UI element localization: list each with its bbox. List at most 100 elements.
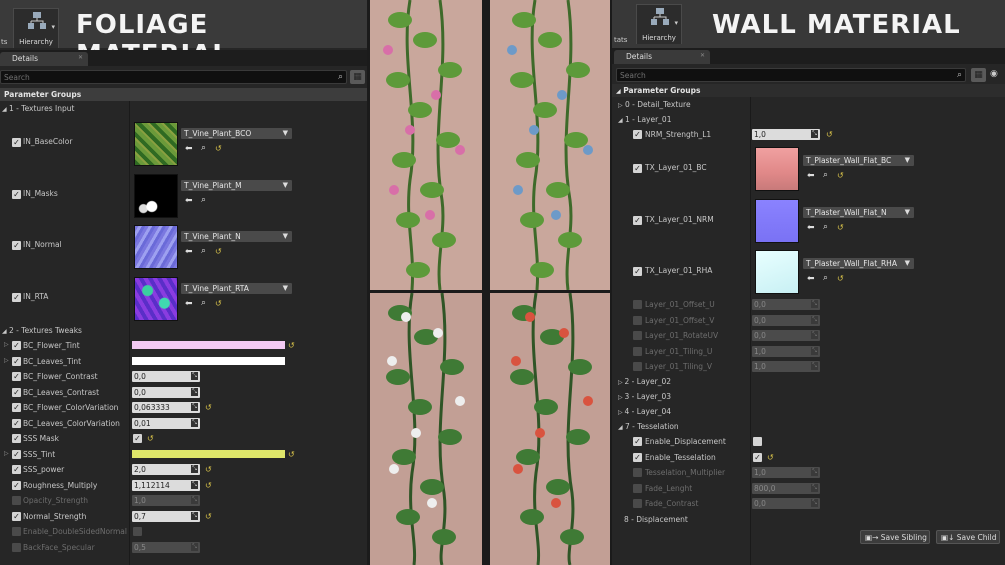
close-icon[interactable]: ✕ [700,52,705,59]
reset-to-default-icon[interactable]: ↺ [767,453,774,462]
view-options-button[interactable]: ▦ [350,70,365,84]
number-field[interactable]: 0,01 ⤡ [132,417,200,429]
arrow-left-icon[interactable]: ⬅ [807,171,815,181]
checkbox[interactable]: ✓ [12,387,21,397]
search-icon[interactable]: ⌕ [201,246,206,256]
checkbox[interactable]: ✓ [12,189,21,199]
save-child-button[interactable]: ▣↓ Save Child [936,530,1000,544]
reset-to-default-icon[interactable]: ↺ [205,512,212,521]
checkbox[interactable]: ✓ [12,241,21,250]
texture-asset-dropdown[interactable]: T_Plaster_Wall_Flat_BC ▼ [803,155,914,166]
search-icon[interactable]: ⌕ [201,143,206,153]
checkbox[interactable] [633,346,642,356]
drag-handle-icon[interactable]: ⤡ [191,480,198,489]
expand-arrow-icon[interactable]: ▷ [4,341,9,348]
eye-icon[interactable]: ◉ [990,69,998,79]
save-sibling-button[interactable]: ▣→ Save Sibling [860,530,930,544]
drag-handle-icon[interactable]: ⤡ [811,130,818,138]
texture-thumbnail[interactable] [755,147,799,191]
number-field[interactable]: 0,063333 ⤡ [132,402,200,413]
texture-thumbnail[interactable] [755,198,799,243]
chevron-down-icon[interactable]: ▾ [51,23,55,31]
texture-asset-dropdown[interactable]: T_Vine_Plant_N ▼ [181,231,292,242]
group-textures-tweaks[interactable]: ◢ 2 - Textures Tweaks [2,326,82,335]
checkbox[interactable] [633,331,642,340]
number-field[interactable]: 0,0 ⤡ [132,386,200,398]
texture-thumbnail[interactable] [134,173,178,218]
checkbox[interactable]: ✓ [12,292,21,302]
expand-arrow-icon[interactable]: ▷ [4,450,9,457]
collapsed-group[interactable]: ▷ 4 - Layer_04 [618,407,671,416]
texture-thumbnail[interactable] [134,225,178,269]
checkbox[interactable] [12,542,21,552]
drag-handle-icon[interactable]: ⤡ [811,315,818,324]
reset-to-default-icon[interactable]: ↺ [826,130,833,139]
group-detail-texture[interactable]: ▷ 0 - Detail_Texture [618,100,691,109]
reset-to-default-icon[interactable]: ↺ [205,403,212,412]
view-options-button[interactable]: ▦ [971,68,986,82]
search-icon[interactable]: ⌕ [201,195,206,205]
reset-to-default-icon[interactable]: ↺ [837,171,844,180]
number-field[interactable]: 1,0 ⤡ [132,495,200,506]
drag-handle-icon[interactable]: ⤡ [811,468,818,476]
texture-asset-dropdown[interactable]: T_Plaster_Wall_Flat_RHA ▼ [803,258,914,269]
number-field[interactable]: 1,0 ⤡ [752,129,820,140]
close-icon[interactable]: ✕ [78,54,83,61]
number-field[interactable]: 0,5 ⤡ [132,541,200,553]
arrow-left-icon[interactable]: ⬅ [185,247,193,257]
value-checkbox[interactable]: ✓ [753,452,762,462]
drag-handle-icon[interactable]: ⤡ [811,499,818,507]
search-icon[interactable]: ⌕ [201,298,206,308]
texture-asset-dropdown[interactable]: T_Vine_Plant_M ▼ [181,179,292,191]
checkbox[interactable] [12,496,21,505]
drag-handle-icon[interactable]: ⤡ [191,403,198,411]
hierarchy-button[interactable]: ▾ Hierarchy [636,4,682,44]
checkbox[interactable]: ✓ [12,449,21,459]
texture-asset-dropdown[interactable]: T_Vine_Plant_BCO ▼ [181,128,292,139]
drag-handle-icon[interactable]: ⤡ [191,418,198,427]
arrow-left-icon[interactable]: ⬅ [185,144,193,154]
checkbox[interactable]: ✓ [12,465,21,474]
number-field[interactable]: 0,0 ⤡ [752,498,820,509]
arrow-left-icon[interactable]: ⬅ [185,196,193,206]
reset-to-default-icon[interactable]: ↺ [288,341,295,350]
parameter-groups-header[interactable]: ◢ Parameter Groups [612,84,1005,97]
number-field[interactable]: 1,0 ⤡ [752,361,820,372]
texture-asset-dropdown[interactable]: T_Plaster_Wall_Flat_N ▼ [803,206,914,218]
number-field[interactable]: 1,112114 ⤡ [132,479,200,491]
reset-to-default-icon[interactable]: ↺ [215,247,222,256]
checkbox[interactable] [633,468,642,477]
group-layer-01[interactable]: ◢ 1 - Layer_01 [618,115,671,124]
reset-to-default-icon[interactable]: ↺ [215,299,222,308]
number-field[interactable]: 800,0 ⤡ [752,482,820,494]
reset-to-default-icon[interactable]: ↺ [147,434,154,443]
checkbox[interactable] [633,300,642,309]
reset-to-default-icon[interactable]: ↺ [205,465,212,474]
checkbox[interactable]: ✓ [633,164,642,173]
tab-details[interactable]: Details ✕ [614,50,710,64]
drag-handle-icon[interactable]: ⤡ [811,331,818,339]
value-checkbox[interactable]: ✓ [133,434,142,443]
drag-handle-icon[interactable]: ⤡ [191,387,198,396]
checkbox[interactable]: ✓ [12,138,21,147]
value-checkbox[interactable] [753,437,762,446]
reset-to-default-icon[interactable]: ↺ [837,274,844,283]
checkbox[interactable]: ✓ [12,511,21,521]
collapsed-group[interactable]: ▷ 2 - Layer_02 [618,377,671,386]
checkbox[interactable]: ✓ [12,356,21,366]
checkbox[interactable] [633,499,642,508]
texture-thumbnail[interactable] [134,122,178,166]
search-icon[interactable]: ⌕ [823,273,828,283]
drag-handle-icon[interactable]: ⤡ [811,346,818,355]
checkbox[interactable]: ✓ [633,215,642,225]
color-swatch[interactable] [132,356,285,365]
reset-to-default-icon[interactable]: ↺ [215,144,222,153]
texture-thumbnail[interactable] [755,250,799,294]
texture-asset-dropdown[interactable]: T_Vine_Plant_RTA ▼ [181,282,292,294]
checkbox[interactable] [12,527,21,536]
number-field[interactable]: 0,0 ⤡ [132,371,200,382]
number-field[interactable]: 0,0 ⤡ [752,330,820,341]
expand-arrow-icon[interactable]: ▷ [4,357,9,364]
drag-handle-icon[interactable]: ⤡ [191,511,198,520]
checkbox[interactable]: ✓ [633,452,642,462]
